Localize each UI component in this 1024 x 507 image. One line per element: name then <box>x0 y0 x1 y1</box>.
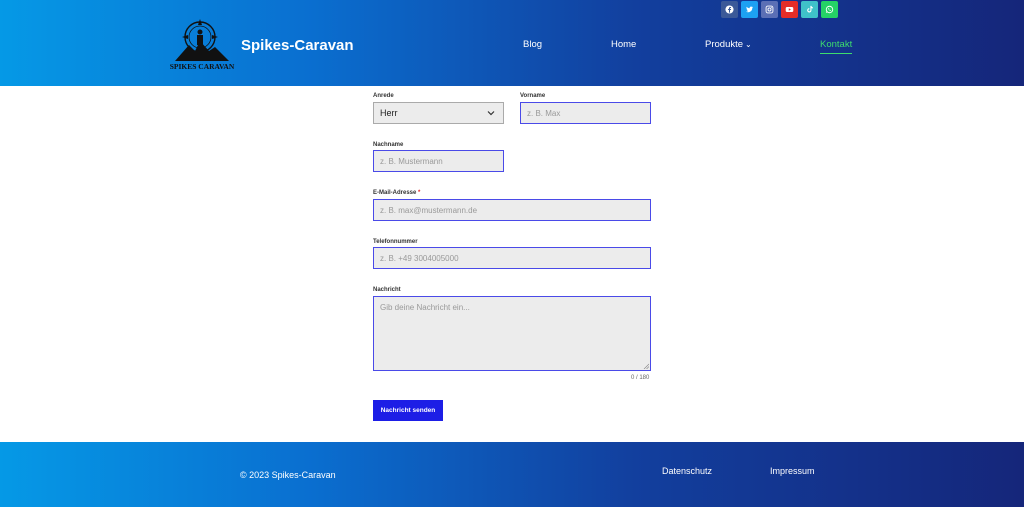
nachname-input[interactable]: z. B. Mustermann <box>373 150 504 172</box>
nav-produkte[interactable]: Produkte ⌄ <box>705 39 752 50</box>
brand-logo[interactable]: SPIKES CARAVAN <box>167 17 237 73</box>
resize-handle-icon[interactable] <box>643 363 649 369</box>
facebook-icon[interactable] <box>721 1 738 18</box>
nav-blog[interactable]: Blog <box>523 39 542 50</box>
telefon-label: Telefonnummer <box>373 239 418 245</box>
vorname-label: Vorname <box>520 93 546 99</box>
copyright-text: © 2023 Spikes-Caravan <box>240 470 336 480</box>
anrede-select[interactable]: Herr <box>373 102 504 124</box>
nachname-label: Nachname <box>373 142 404 148</box>
required-mark: * <box>418 190 421 196</box>
footer-link-impressum[interactable]: Impressum <box>770 466 815 476</box>
nachricht-label: Nachricht <box>373 287 401 293</box>
anrede-value: Herr <box>380 108 398 118</box>
site-header: SPIKES CARAVAN Spikes-Caravan Blog Home … <box>0 0 1024 86</box>
site-footer: © 2023 Spikes-Caravan Datenschutz Impres… <box>0 442 1024 507</box>
nav-produkte-label: Produkte <box>705 39 744 50</box>
email-label-text: E-Mail-Adresse <box>373 190 417 196</box>
character-counter: 0 / 180 <box>631 375 650 381</box>
vorname-input[interactable]: z. B. Max <box>520 102 651 124</box>
whatsapp-icon[interactable] <box>821 1 838 18</box>
email-label: E-Mail-Adresse * <box>373 190 420 196</box>
footer-link-datenschutz[interactable]: Datenschutz <box>662 466 712 476</box>
twitter-icon[interactable] <box>741 1 758 18</box>
nachricht-placeholder: Gib deine Nachricht ein... <box>380 303 470 312</box>
nachricht-textarea[interactable]: Gib deine Nachricht ein... <box>373 296 651 371</box>
contact-form: Anrede Herr Vorname z. B. Max Nachname z… <box>0 86 1024 442</box>
svg-text:SPIKES CARAVAN: SPIKES CARAVAN <box>170 62 235 71</box>
nav-home[interactable]: Home <box>611 39 636 50</box>
tiktok-icon[interactable] <box>801 1 818 18</box>
social-links <box>721 1 838 19</box>
anrede-label: Anrede <box>373 93 394 99</box>
instagram-icon[interactable] <box>761 1 778 18</box>
youtube-icon[interactable] <box>781 1 798 18</box>
nav-kontakt[interactable]: Kontakt <box>820 39 853 54</box>
email-input[interactable]: z. B. max@mustermann.de <box>373 199 651 221</box>
telefon-input[interactable]: z. B. +49 3004005000 <box>373 247 651 269</box>
brand-name[interactable]: Spikes-Caravan <box>241 37 354 54</box>
chevron-down-icon <box>487 111 495 116</box>
submit-button[interactable]: Nachricht senden <box>373 400 443 421</box>
chevron-down-icon: ⌄ <box>745 40 752 49</box>
